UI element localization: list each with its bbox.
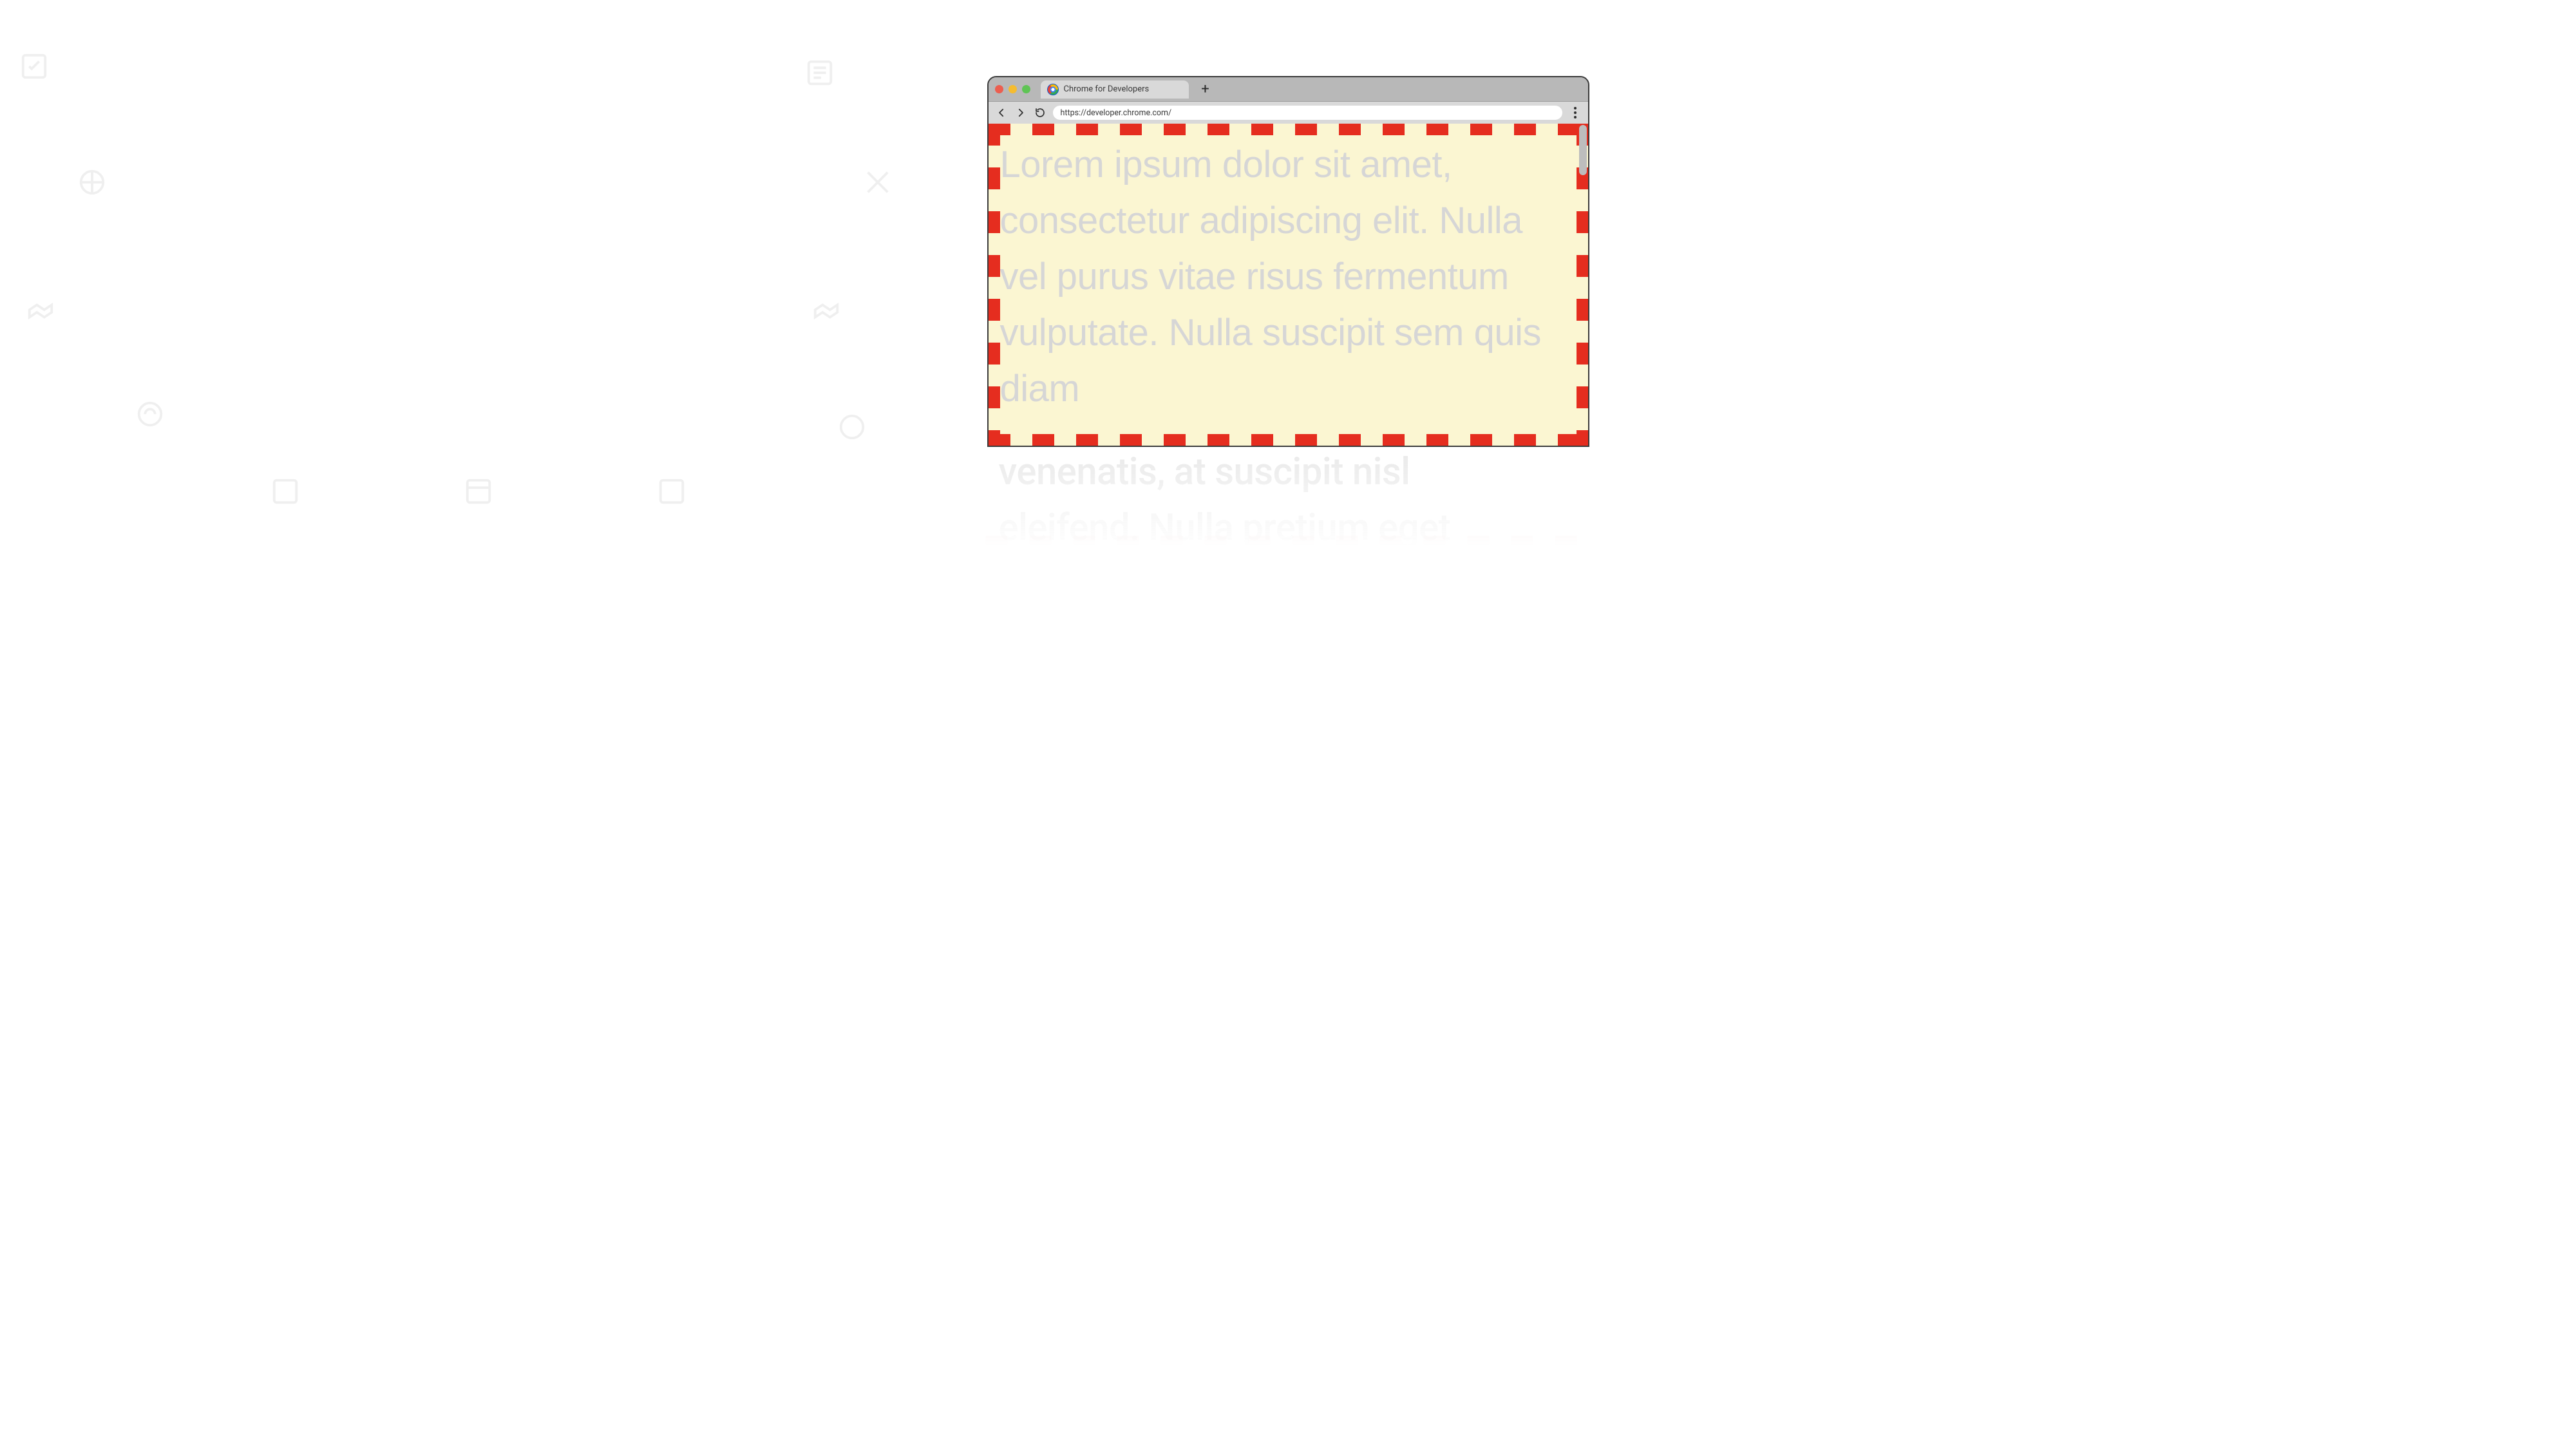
maximize-window-button[interactable] — [1022, 85, 1030, 93]
address-url: https://developer.chrome.com/ — [1061, 108, 1172, 118]
browser-window: Chrome for Developers + https://develope… — [987, 76, 1589, 447]
page-body-text: Lorem ipsum dolor sit amet, consectetur … — [1000, 137, 1569, 417]
browser-menu-button[interactable] — [1569, 106, 1582, 119]
reload-icon — [1034, 107, 1046, 118]
kebab-dot-icon — [1574, 116, 1577, 118]
page-viewport[interactable]: Lorem ipsum dolor sit amet, consectetur … — [989, 124, 1588, 446]
arrow-right-icon — [1015, 107, 1027, 118]
close-window-button[interactable] — [995, 85, 1003, 93]
chrome-logo-icon — [1047, 84, 1059, 95]
kebab-dot-icon — [1574, 107, 1577, 109]
minimize-window-button[interactable] — [1009, 85, 1017, 93]
arrow-left-icon — [996, 107, 1007, 118]
kebab-dot-icon — [1574, 111, 1577, 114]
vertical-scrollbar-thumb[interactable] — [1579, 125, 1587, 175]
forward-button[interactable] — [1014, 106, 1027, 119]
reload-button[interactable] — [1034, 106, 1046, 119]
browser-tab[interactable]: Chrome for Developers — [1041, 80, 1189, 99]
new-tab-button[interactable]: + — [1198, 82, 1213, 97]
back-button[interactable] — [995, 106, 1008, 119]
tab-strip: Chrome for Developers + — [989, 77, 1588, 102]
browser-toolbar: https://developer.chrome.com/ — [989, 102, 1588, 124]
address-bar[interactable]: https://developer.chrome.com/ — [1053, 106, 1562, 120]
window-controls — [995, 85, 1030, 93]
tab-title: Chrome for Developers — [1064, 84, 1150, 94]
